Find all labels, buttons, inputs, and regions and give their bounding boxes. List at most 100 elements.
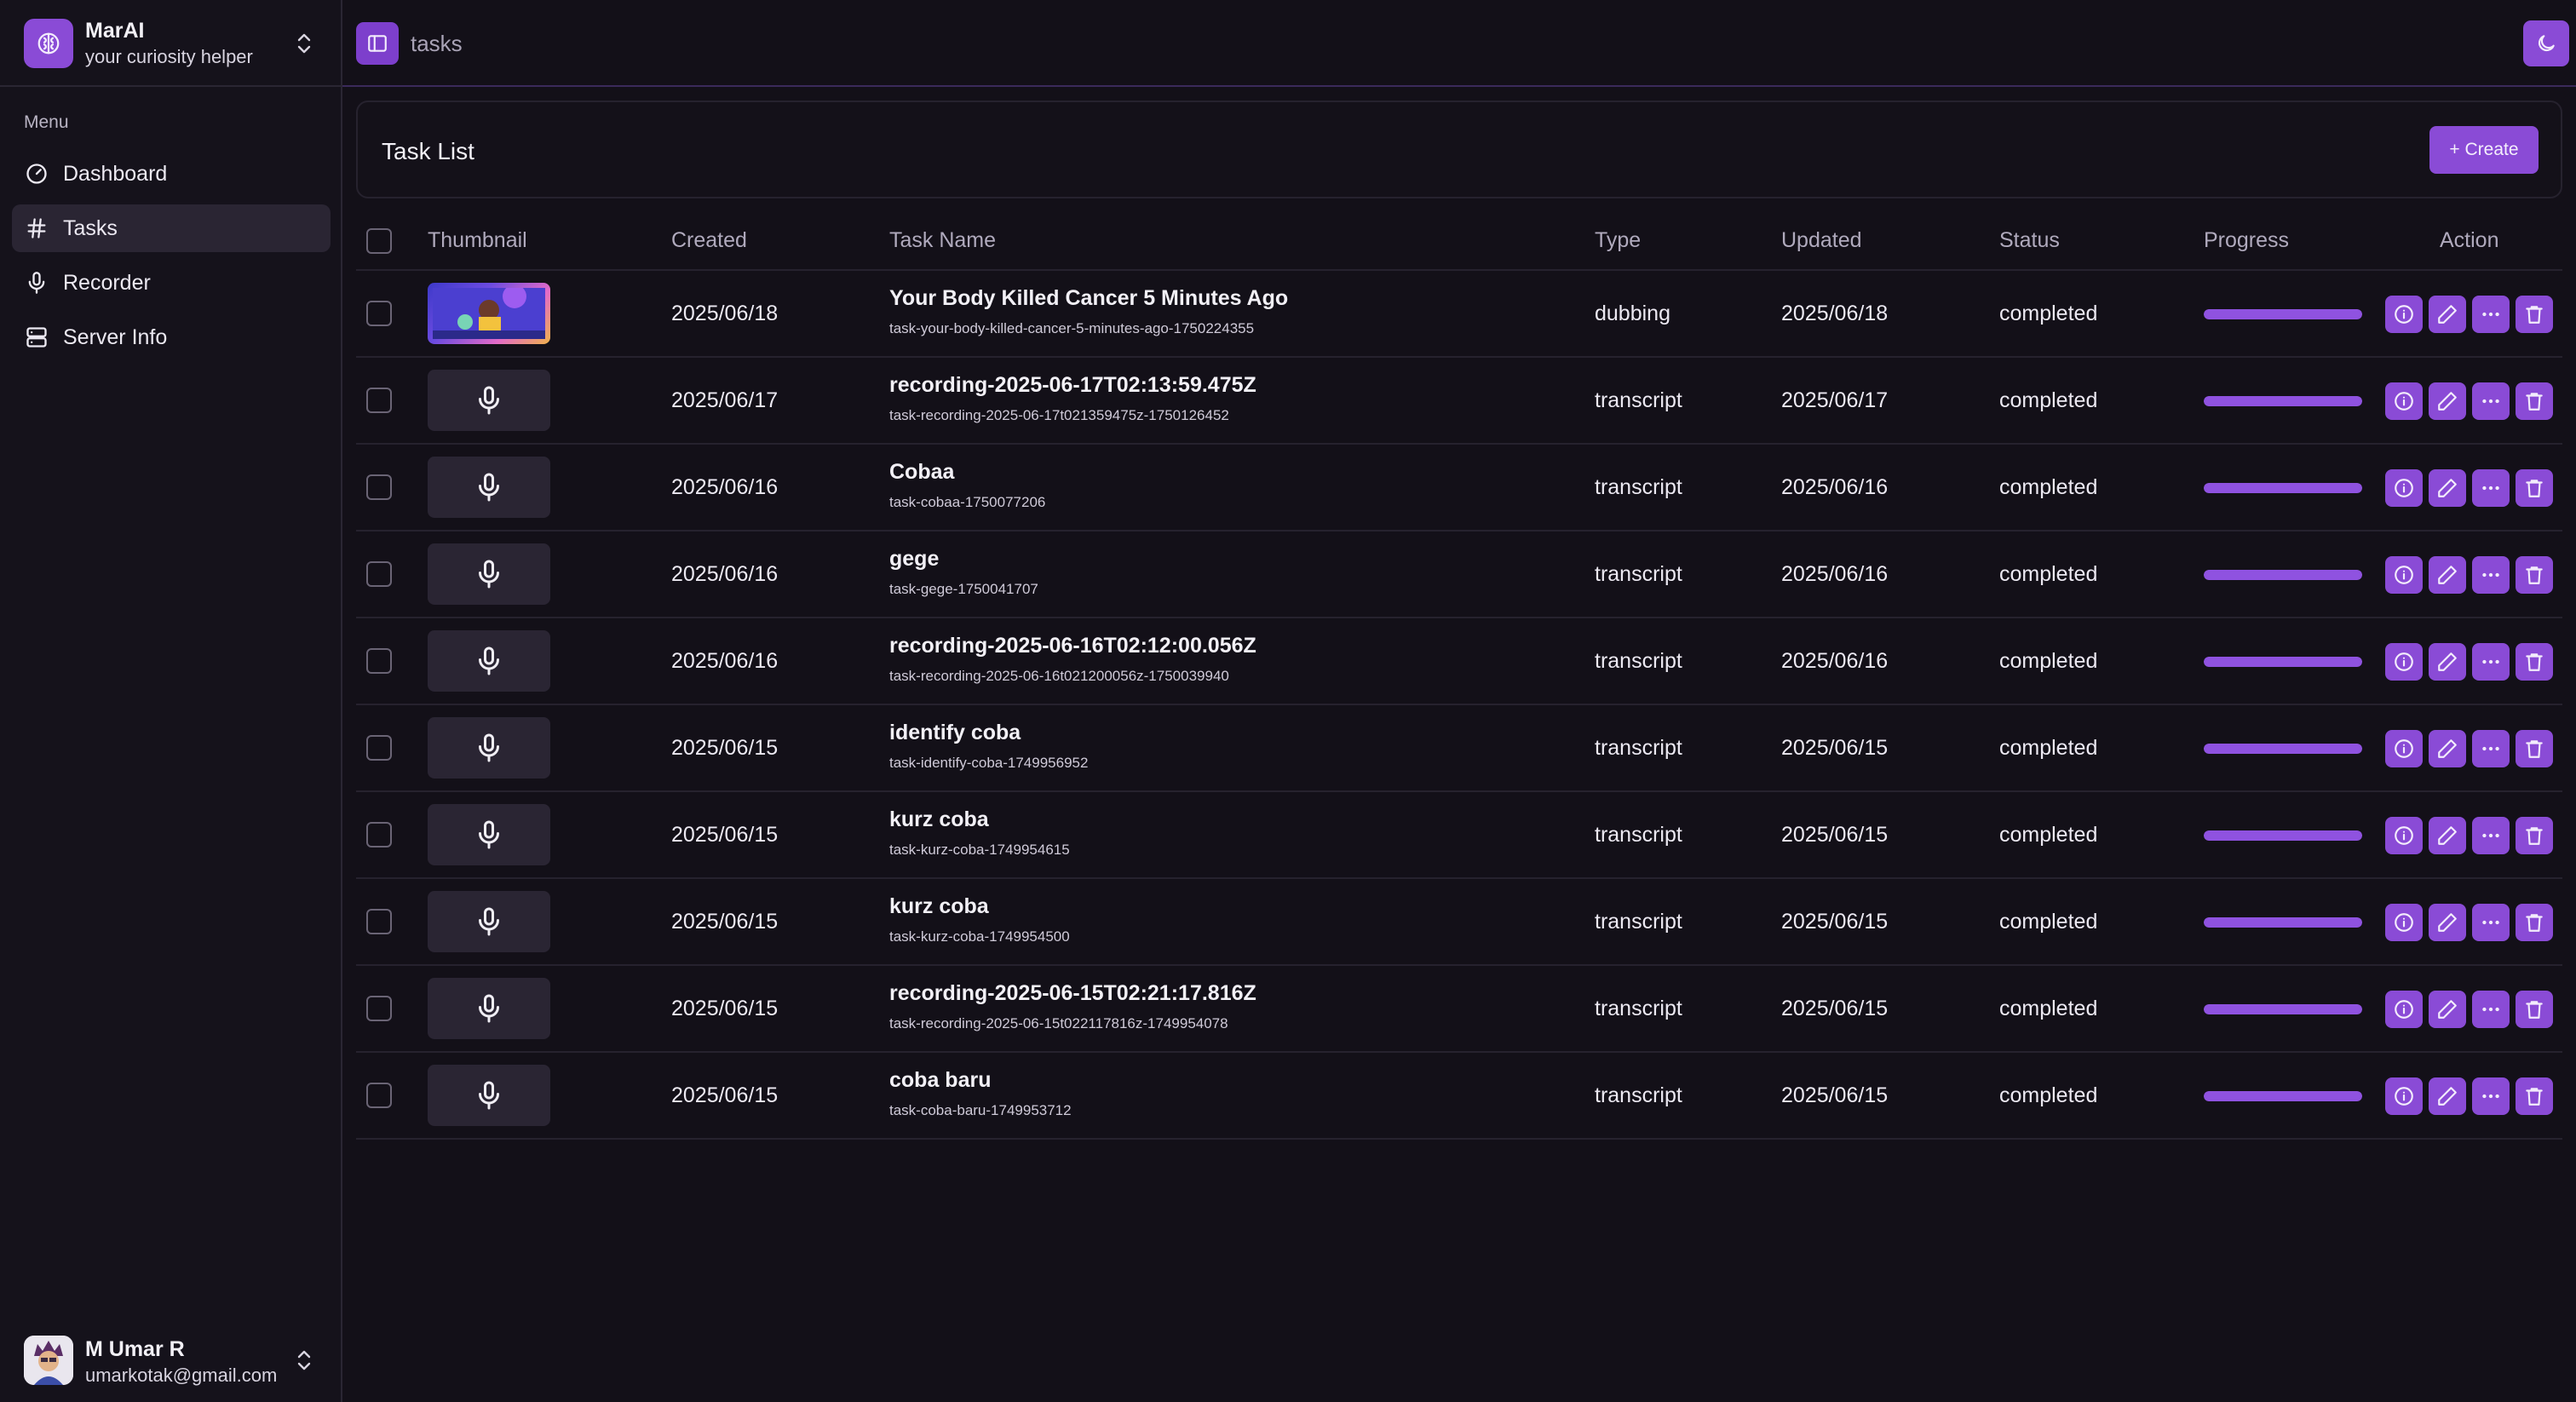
edit-button[interactable] <box>2429 904 2466 941</box>
delete-button[interactable] <box>2516 991 2553 1028</box>
created-date: 2025/06/15 <box>671 736 779 760</box>
more-button[interactable] <box>2472 730 2510 767</box>
row-checkbox[interactable] <box>366 909 392 934</box>
more-button[interactable] <box>2472 296 2510 333</box>
edit-button[interactable] <box>2429 296 2466 333</box>
task-slug: task-gege-1750041707 <box>889 581 1038 597</box>
info-button[interactable] <box>2385 556 2423 594</box>
row-checkbox[interactable] <box>366 996 392 1021</box>
delete-button[interactable] <box>2516 817 2553 854</box>
table-row[interactable]: 2025/06/15 coba baru task-coba-baru-1749… <box>356 1053 2562 1140</box>
edit-button[interactable] <box>2429 1077 2466 1115</box>
info-button[interactable] <box>2385 296 2423 333</box>
user-menu[interactable]: M Umar R umarkotak@gmail.com <box>0 1317 341 1402</box>
task-name[interactable]: Your Body Killed Cancer 5 Minutes Ago <box>889 286 1288 311</box>
table-row[interactable]: 2025/06/15 kurz coba task-kurz-coba-1749… <box>356 879 2562 966</box>
progress-fill <box>2204 917 2362 928</box>
info-button[interactable] <box>2385 817 2423 854</box>
more-button[interactable] <box>2472 469 2510 507</box>
edit-button[interactable] <box>2429 382 2466 420</box>
chevrons-up-down-icon[interactable] <box>293 1346 315 1375</box>
progress-fill <box>2204 309 2362 319</box>
delete-button[interactable] <box>2516 643 2553 681</box>
brand-switcher[interactable]: MarAI your curiosity helper <box>0 0 341 87</box>
task-name[interactable]: kurz coba <box>889 807 989 832</box>
delete-button[interactable] <box>2516 556 2553 594</box>
sidebar-toggle-button[interactable] <box>356 22 399 65</box>
more-button[interactable] <box>2472 904 2510 941</box>
task-name[interactable]: recording-2025-06-15T02:21:17.816Z <box>889 981 1256 1006</box>
create-task-button[interactable]: + Create <box>2429 126 2539 174</box>
info-button[interactable] <box>2385 382 2423 420</box>
brand-subtitle: your curiosity helper <box>85 46 253 67</box>
row-checkbox[interactable] <box>366 648 392 674</box>
table-row[interactable]: 2025/06/15 identify coba task-identify-c… <box>356 705 2562 792</box>
more-button[interactable] <box>2472 556 2510 594</box>
sidebar-item-server-info[interactable]: Server Info <box>12 313 331 361</box>
thumbnail <box>428 543 550 605</box>
user-email: umarkotak@gmail.com <box>85 1365 278 1386</box>
trash-icon <box>2526 1001 2543 1019</box>
updated-date: 2025/06/18 <box>1781 302 1889 325</box>
sidebar-item-tasks[interactable]: Tasks <box>12 204 331 252</box>
row-checkbox[interactable] <box>366 301 392 326</box>
more-button[interactable] <box>2472 817 2510 854</box>
task-name[interactable]: recording-2025-06-17T02:13:59.475Z <box>889 373 1256 398</box>
row-checkbox[interactable] <box>366 388 392 413</box>
edit-button[interactable] <box>2429 730 2466 767</box>
row-checkbox[interactable] <box>366 735 392 761</box>
table-row[interactable]: 2025/06/15 recording-2025-06-15T02:21:17… <box>356 966 2562 1053</box>
table-row[interactable]: 2025/06/18 Your Body Killed Cancer 5 Min… <box>356 271 2562 358</box>
info-button[interactable] <box>2385 643 2423 681</box>
chevrons-up-down-icon[interactable] <box>293 29 315 58</box>
task-name[interactable]: kurz coba <box>889 894 989 919</box>
edit-button[interactable] <box>2429 991 2466 1028</box>
pencil-icon <box>2438 913 2457 932</box>
row-checkbox[interactable] <box>366 474 392 500</box>
table-row[interactable]: 2025/06/16 gege task-gege-1750041707 tra… <box>356 531 2562 618</box>
task-name[interactable]: coba baru <box>889 1068 991 1093</box>
info-icon <box>2395 479 2413 497</box>
task-name[interactable]: Cobaa <box>889 460 954 485</box>
info-button[interactable] <box>2385 904 2423 941</box>
trash-icon <box>2526 914 2543 932</box>
delete-button[interactable] <box>2516 469 2553 507</box>
theme-toggle-button[interactable] <box>2523 20 2569 66</box>
edit-button[interactable] <box>2429 643 2466 681</box>
info-button[interactable] <box>2385 1077 2423 1115</box>
sidebar-item-recorder[interactable]: Recorder <box>12 259 331 307</box>
delete-button[interactable] <box>2516 730 2553 767</box>
info-button[interactable] <box>2385 730 2423 767</box>
more-button[interactable] <box>2472 991 2510 1028</box>
sidebar-item-dashboard[interactable]: Dashboard <box>12 150 331 198</box>
info-button[interactable] <box>2385 991 2423 1028</box>
microphone-icon <box>479 560 499 589</box>
delete-button[interactable] <box>2516 382 2553 420</box>
progress-bar <box>2204 1091 2362 1101</box>
info-button[interactable] <box>2385 469 2423 507</box>
row-checkbox[interactable] <box>366 1083 392 1108</box>
table-row[interactable]: 2025/06/16 recording-2025-06-16T02:12:00… <box>356 618 2562 705</box>
select-all-checkbox[interactable] <box>366 228 392 254</box>
delete-button[interactable] <box>2516 296 2553 333</box>
more-button[interactable] <box>2472 382 2510 420</box>
more-button[interactable] <box>2472 643 2510 681</box>
task-name[interactable]: identify coba <box>889 721 1021 745</box>
table-row[interactable]: 2025/06/17 recording-2025-06-17T02:13:59… <box>356 358 2562 445</box>
edit-button[interactable] <box>2429 817 2466 854</box>
breadcrumb[interactable]: tasks <box>411 31 463 57</box>
status-text: completed <box>1999 562 2098 586</box>
edit-button[interactable] <box>2429 469 2466 507</box>
table-row[interactable]: 2025/06/16 Cobaa task-cobaa-1750077206 t… <box>356 445 2562 531</box>
row-checkbox[interactable] <box>366 561 392 587</box>
task-name[interactable]: recording-2025-06-16T02:12:00.056Z <box>889 634 1256 658</box>
delete-button[interactable] <box>2516 904 2553 941</box>
row-checkbox[interactable] <box>366 822 392 848</box>
pencil-icon <box>2438 739 2457 758</box>
task-name[interactable]: gege <box>889 547 939 572</box>
info-icon <box>2395 305 2413 324</box>
table-row[interactable]: 2025/06/15 kurz coba task-kurz-coba-1749… <box>356 792 2562 879</box>
edit-button[interactable] <box>2429 556 2466 594</box>
delete-button[interactable] <box>2516 1077 2553 1115</box>
more-button[interactable] <box>2472 1077 2510 1115</box>
